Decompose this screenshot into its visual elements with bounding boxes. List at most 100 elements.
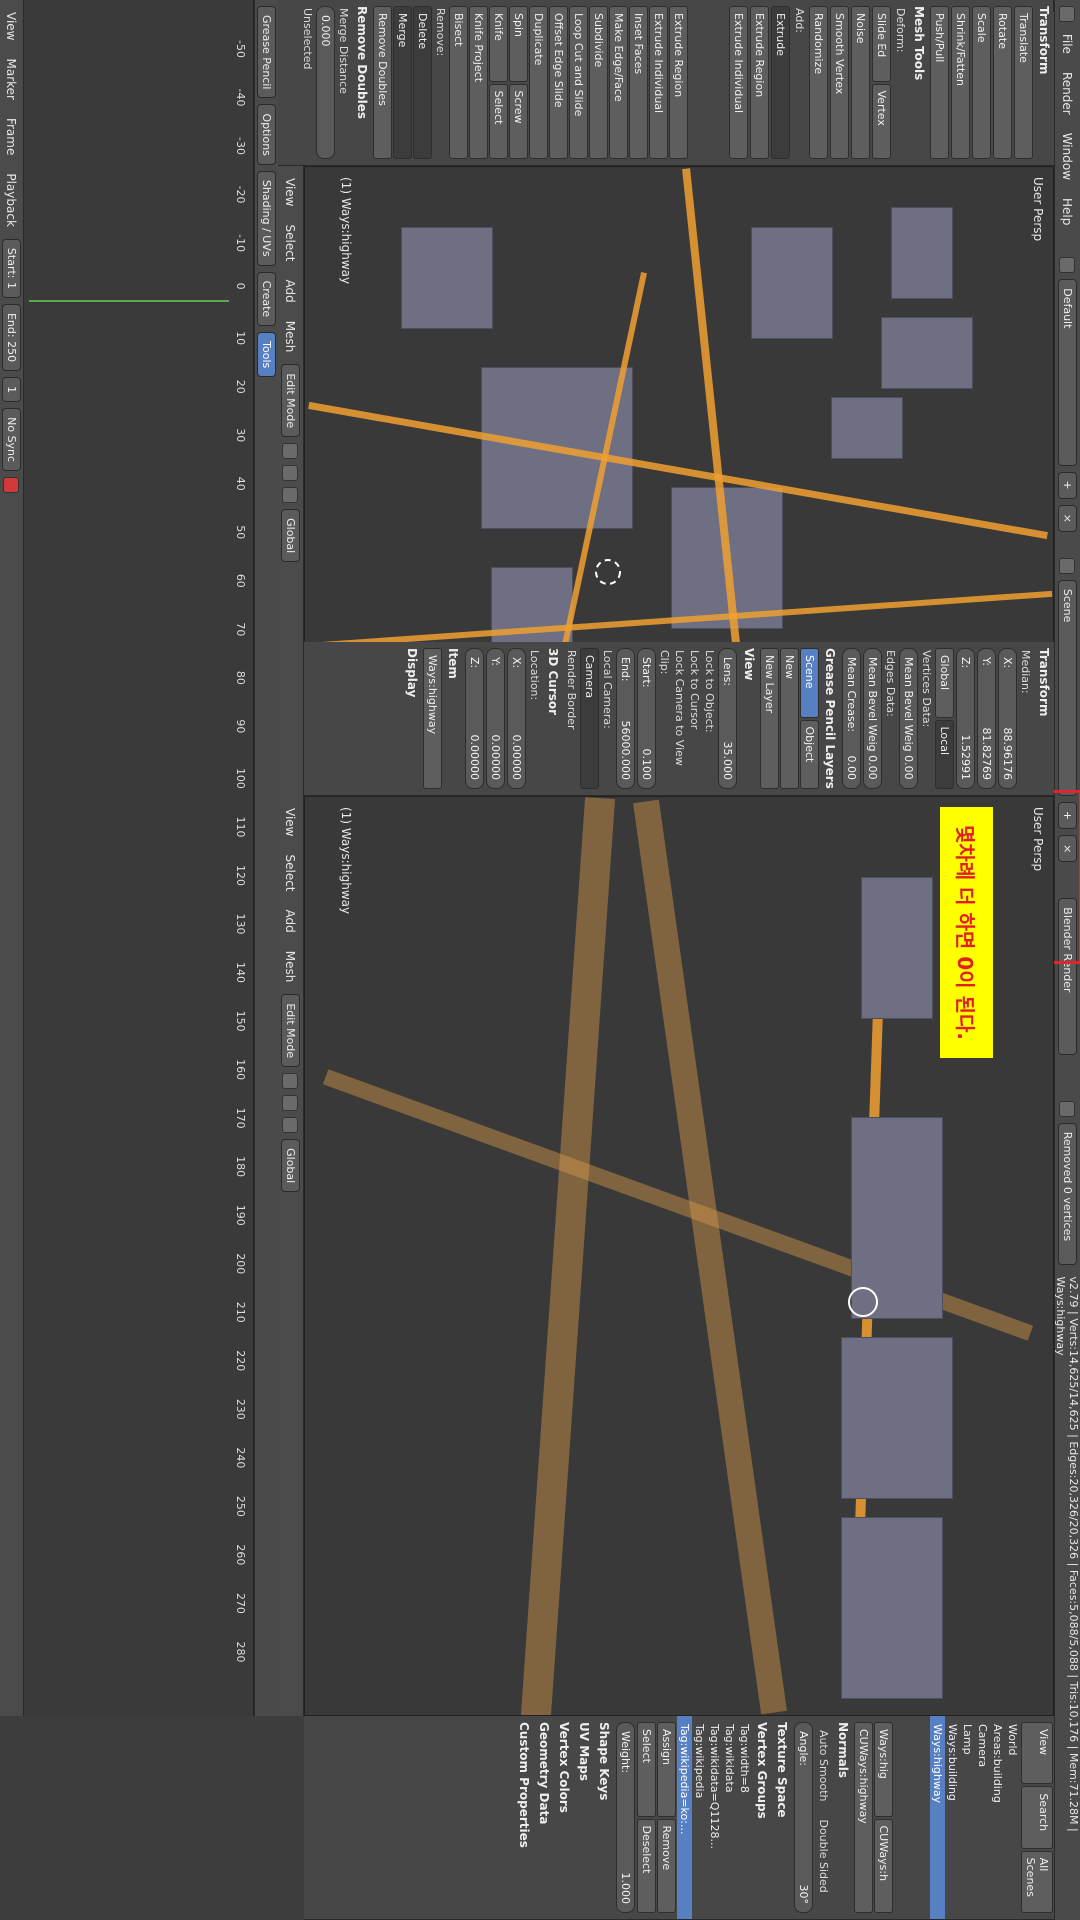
vr-pivot-icon[interactable] [282,1095,299,1112]
duplicate-button[interactable]: Duplicate [529,6,548,159]
gp-new-layer-button[interactable]: New Layer [760,648,779,789]
randomize-button[interactable]: Randomize [809,6,828,159]
vr-mode-select[interactable]: Edit Mode [281,994,300,1068]
outliner-item-world[interactable]: World [1005,1716,1020,1919]
median-y-field[interactable]: Y: 81.82769 [977,648,996,789]
subdivide-button[interactable]: Subdivide [589,6,608,159]
unselected-checkbox[interactable]: Unselected [301,8,314,157]
deselect-button[interactable]: Deselect [637,1818,656,1913]
vl-add-menu[interactable]: Add [282,274,300,309]
vr-shading-icon[interactable] [282,1073,299,1090]
offset-edge-slide-button[interactable]: Offset Edge Slide [549,6,568,159]
outliner-scenes-select[interactable]: All Scenes [1021,1850,1053,1913]
current-frame-line[interactable] [29,300,229,302]
vertex-group-item[interactable]: Tag:width=8 [737,1716,752,1919]
viewport-right[interactable]: User Persp (1) Ways:highway 몇차례 더 하면 0이 … [304,796,1054,1716]
mesh-name-field[interactable]: CUWays:highway [854,1722,873,1913]
lens-field[interactable]: Lens: 35.000 [718,648,737,789]
select-button[interactable]: Select [637,1722,656,1817]
scene-icon[interactable] [1059,557,1076,574]
knife-select-button[interactable]: Select [489,83,508,159]
bisect-button[interactable]: Bisect [449,6,468,159]
gp-new-button[interactable]: New [780,648,799,789]
extrude-region-button[interactable]: Extrude Region [750,6,769,159]
display-panel-title[interactable]: Display [402,642,422,795]
cursor-x-field[interactable]: X: 0.00000 [507,648,526,789]
rotate-btn[interactable]: Rotate [993,6,1012,159]
extrude-region-btn[interactable]: Extrude Region [669,6,688,159]
extrude-individual-btn[interactable]: Extrude Individual [649,6,668,159]
extrude-button[interactable]: Extrude [771,6,790,159]
screw-button[interactable]: Screw [509,83,528,159]
outliner-item-lamp[interactable]: Lamp [960,1716,975,1919]
lock-camera-to-view-checkbox[interactable]: Lock Camera to View [673,650,686,787]
vl-pivot-icon[interactable] [282,465,299,482]
vertex-group-item-active[interactable]: Tag:wikipedia=ko:... [677,1716,692,1919]
vl-select-menu[interactable]: Select [282,218,300,267]
vertex-group-item[interactable]: Tag:wikidata [722,1716,737,1919]
view-panel-title[interactable]: View [739,642,759,795]
n-transform-title[interactable]: Transform [1034,642,1054,795]
layout-icon[interactable] [1059,257,1076,274]
outliner-item-areas-building[interactable]: Areas:building [990,1716,1005,1919]
vl-shading-icon[interactable] [282,443,299,460]
remove-button[interactable]: Remove [657,1818,676,1913]
menu-help[interactable]: Help [1059,192,1077,231]
cursor-y-field[interactable]: Y: 0.00000 [486,648,505,789]
vr-add-menu[interactable]: Add [282,904,300,939]
render-border-checkbox[interactable]: Render Border [565,650,578,787]
lock-to-cursor-checkbox[interactable]: Lock to Cursor [688,650,701,787]
tl-current-frame-field[interactable]: 1 [2,377,21,403]
scene-select[interactable]: Scene [1058,579,1077,796]
item-name-field[interactable]: Ways:highway [423,648,442,789]
tl-sync-select[interactable]: No Sync [2,408,21,472]
item-panel-title[interactable]: Item [443,642,463,795]
knife-project-button[interactable]: Knife Project [469,6,488,159]
global-button[interactable]: Global [935,648,954,718]
vr-mesh-menu[interactable]: Mesh [282,945,300,989]
outliner-view-menu[interactable]: View [1021,1722,1053,1785]
blender-info-icon[interactable] [1059,6,1076,22]
breadcrumb-mesh[interactable]: CUWays:h [874,1818,893,1913]
manipulator-icon[interactable] [848,1287,878,1317]
spin-button[interactable]: Spin [509,6,528,82]
vertex-colors-title[interactable]: Vertex Colors [554,1716,574,1919]
scale-btn[interactable]: Scale [972,6,991,159]
merge-button[interactable]: Merge [393,6,412,159]
inset-faces-button[interactable]: Inset Faces [629,6,648,159]
vl-mode-select[interactable]: Edit Mode [281,364,300,438]
vl-orientation-select[interactable]: Global [281,509,300,563]
menu-file[interactable]: File [1059,28,1077,60]
extrude-individual-button[interactable]: Extrude Individual [729,6,748,159]
timeline-editor[interactable]: -50 -40 -30 -20 -10 0 10 20 30 40 50 60 70 80 90 100 110… [23,0,254,1716]
vl-view-menu[interactable]: View [282,172,300,212]
tl-frame-menu[interactable]: Frame [3,112,21,161]
3d-cursor-icon[interactable] [595,559,621,585]
knife-button[interactable]: Knife [489,6,508,82]
outliner-item-ways-building[interactable]: Ways:building [945,1716,960,1919]
tl-end-field[interactable]: End: 250 [2,303,21,372]
vr-orientation-select[interactable]: Global [281,1139,300,1193]
outliner-item-ways-highway[interactable]: Ways:highway [930,1716,945,1919]
tl-playback-menu[interactable]: Playback [3,167,21,233]
grease-pencil-layers-title[interactable]: Grease Pencil Layers [820,642,840,795]
record-icon[interactable] [3,477,20,494]
tab-create[interactable]: Create [257,271,276,327]
screen-layout-select[interactable]: Default [1058,279,1077,466]
tab-tools[interactable]: Tools [257,332,276,378]
clip-end-field[interactable]: End: 56000.000 [616,648,635,789]
remove-layout-button[interactable]: × [1058,504,1077,532]
texture-space-title[interactable]: Texture Space [772,1716,792,1919]
remove-doubles-button[interactable]: Remove Doubles [373,6,392,159]
tl-view-menu[interactable]: View [3,6,21,46]
median-z-field[interactable]: Z: 1.52991 [956,648,975,789]
tl-marker-menu[interactable]: Marker [3,52,21,105]
vertex-group-item[interactable]: Tag:wikipedia [692,1716,707,1919]
custom-properties-title[interactable]: Custom Properties [514,1716,534,1919]
gp-object-tab[interactable]: Object [800,719,819,789]
vertex-groups-title[interactable]: Vertex Groups [752,1716,772,1919]
clip-start-field[interactable]: Start: 0.100 [637,648,656,789]
outliner-search-menu[interactable]: Search [1021,1786,1053,1849]
median-x-field[interactable]: X: 88.96176 [998,648,1017,789]
local-button[interactable]: Local [935,719,954,789]
